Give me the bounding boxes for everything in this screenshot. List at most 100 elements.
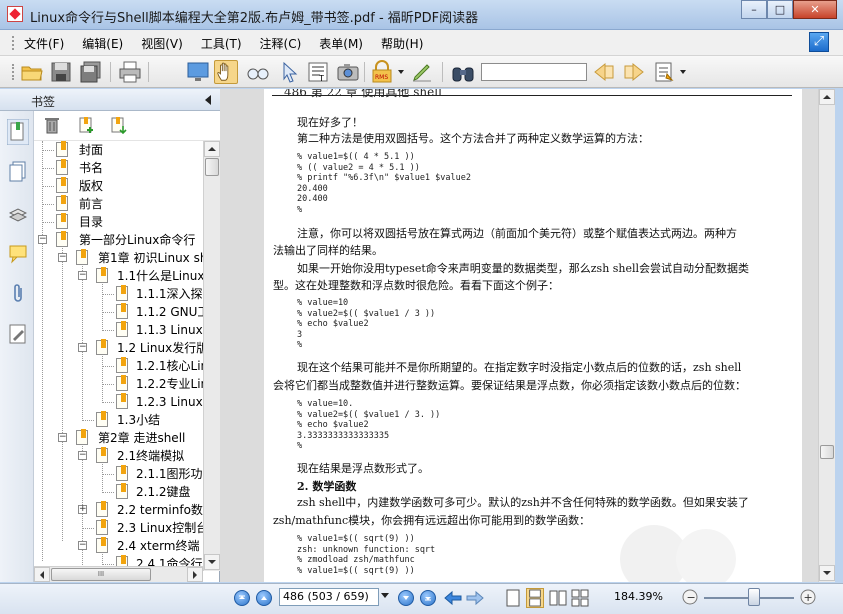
expand-toggle[interactable]: + (78, 505, 87, 514)
tree-connector (102, 294, 114, 295)
single-page-view-icon[interactable] (505, 589, 521, 607)
menu-grip (12, 36, 15, 50)
delete-bookmark-icon[interactable] (44, 116, 60, 134)
collapse-panel-icon[interactable] (205, 95, 211, 105)
document-vertical-scrollbar[interactable] (818, 89, 835, 582)
bookmarks-panel-title: 书签 (31, 95, 56, 109)
bookmark-label: 1.1.2 GNU工 (136, 305, 203, 319)
bookmark-icon (96, 519, 110, 536)
print-icon[interactable] (118, 60, 142, 84)
pages-tab-icon[interactable] (9, 161, 27, 183)
scroll-up-arrow[interactable] (819, 89, 835, 105)
rms-dropdown-arrow[interactable] (398, 70, 404, 74)
select-arrow-icon[interactable] (277, 60, 301, 84)
collapse-toggle[interactable]: − (78, 271, 87, 280)
snapshot-glasses-icon[interactable] (246, 60, 270, 84)
zoom-slider-thumb[interactable] (747, 588, 760, 606)
tree-connector (102, 349, 103, 403)
paragraph: zsh shell中，内建数学函数可多可少。默认的zsh并不含任何特殊的数学函数… (297, 496, 749, 509)
collapse-toggle[interactable]: − (78, 343, 87, 352)
menu-file[interactable]: 文件(F) (24, 35, 64, 52)
menu-comment[interactable]: 注释(C) (260, 35, 302, 52)
continuous-view-icon[interactable] (526, 588, 544, 608)
close-button[interactable]: ✕ (793, 0, 837, 19)
previous-page-button[interactable] (256, 590, 272, 606)
continuous-facing-view-icon[interactable] (571, 589, 589, 607)
scroll-down-arrow[interactable] (819, 565, 835, 581)
collapse-toggle[interactable]: − (78, 541, 87, 550)
bookmark-vertical-scrollbar[interactable] (203, 141, 220, 571)
toolbar-separator (364, 62, 365, 82)
menu-help[interactable]: 帮助(H) (381, 35, 423, 52)
menu-edit[interactable]: 编辑(E) (82, 35, 123, 52)
bookmark-label: 2.1.2键盘 (136, 485, 191, 499)
next-page-button[interactable] (398, 590, 414, 606)
search-input[interactable] (481, 63, 587, 81)
bookmark-label: 1.1.1深入探 (136, 287, 203, 301)
first-page-button[interactable] (234, 590, 250, 606)
bookmark-label: 2.3 Linux控制台 (117, 521, 203, 535)
menu-tools[interactable]: 工具(T) (201, 35, 242, 52)
tree-connector (42, 222, 54, 223)
signatures-tab-icon[interactable] (9, 323, 27, 345)
collapse-toggle[interactable]: − (38, 235, 47, 244)
toolbar-separator (148, 62, 149, 82)
go-back-icon[interactable] (444, 590, 462, 606)
code-line: % value2=$(( $value1 / 3. )) (297, 409, 441, 420)
zoom-out-icon[interactable]: − (682, 589, 698, 605)
page-number-input[interactable]: 486 (503 / 659) (279, 588, 379, 606)
code-block: % value=10 % value2=$(( $value1 / 3 )) %… (297, 298, 435, 351)
zoom-in-icon[interactable]: + (800, 589, 816, 605)
code-line: % value2=$(( $value1 / 3 )) (297, 308, 436, 319)
collapse-toggle[interactable]: − (58, 433, 67, 442)
bookmark-label: 1.2.2专业Lin (136, 377, 203, 391)
sign-pen-icon[interactable] (410, 60, 434, 84)
page-dropdown-arrow[interactable] (381, 593, 389, 598)
tree-connector (102, 402, 114, 403)
open-folder-icon[interactable] (20, 60, 44, 84)
comments-tab-icon[interactable] (9, 243, 27, 265)
scroll-up-arrow[interactable] (204, 141, 220, 157)
document-scroll-thumb[interactable] (820, 445, 834, 459)
layers-tab-icon[interactable] (9, 203, 27, 225)
restore-window-icon[interactable]: ⤢ (809, 32, 829, 52)
highlight-icon[interactable] (652, 60, 676, 84)
binoculars-icon[interactable] (451, 60, 475, 84)
maximize-button[interactable]: □ (767, 0, 793, 19)
collapse-toggle[interactable]: − (78, 451, 87, 460)
code-line: 3 (297, 329, 303, 340)
tree-connector (82, 528, 94, 529)
new-child-bookmark-icon[interactable] (109, 116, 127, 134)
attachments-tab-icon[interactable] (9, 283, 27, 305)
menu-view[interactable]: 视图(V) (141, 35, 183, 52)
minimize-button[interactable]: – (741, 0, 767, 19)
bookmark-label: 书名 (79, 161, 104, 175)
hand-tool-icon[interactable] (214, 60, 238, 84)
bookmarks-tab-icon[interactable] (7, 119, 29, 145)
prev-result-icon[interactable] (592, 60, 616, 84)
facing-view-icon[interactable] (549, 589, 567, 607)
save-icon[interactable] (49, 60, 73, 84)
pdf-page[interactable]: 486 第 22 章 使用其他 shell 现在好多了！ 第二种方法是使用双圆括… (264, 89, 802, 582)
bookmark-scroll-thumb[interactable] (205, 158, 219, 176)
collapse-toggle[interactable]: − (58, 253, 67, 262)
code-line: % (( value2 = 4 * 5.1 )) (297, 162, 420, 173)
new-bookmark-icon[interactable] (77, 116, 95, 134)
scroll-left-arrow[interactable] (34, 567, 50, 582)
menu-forms[interactable]: 表单(M) (319, 35, 363, 52)
rms-lock-icon[interactable]: RMS (370, 60, 396, 84)
camera-icon[interactable] (336, 60, 360, 84)
save-all-icon[interactable] (79, 60, 103, 84)
bookmark-horizontal-scrollbar[interactable]: III (34, 566, 203, 582)
highlight-dropdown-arrow[interactable] (680, 70, 686, 74)
next-result-icon[interactable] (622, 60, 646, 84)
scroll-right-arrow[interactable] (187, 567, 203, 582)
text-select-icon[interactable]: T (306, 60, 330, 84)
last-page-button[interactable] (420, 590, 436, 606)
bookmark-label: 1.2 Linux发行版 (117, 341, 203, 355)
bookmark-hscroll-thumb[interactable]: III (51, 568, 151, 581)
fullscreen-icon[interactable] (186, 60, 210, 84)
go-forward-icon[interactable] (466, 590, 484, 606)
bookmark-icon (116, 357, 130, 374)
scroll-down-arrow[interactable] (204, 554, 220, 570)
